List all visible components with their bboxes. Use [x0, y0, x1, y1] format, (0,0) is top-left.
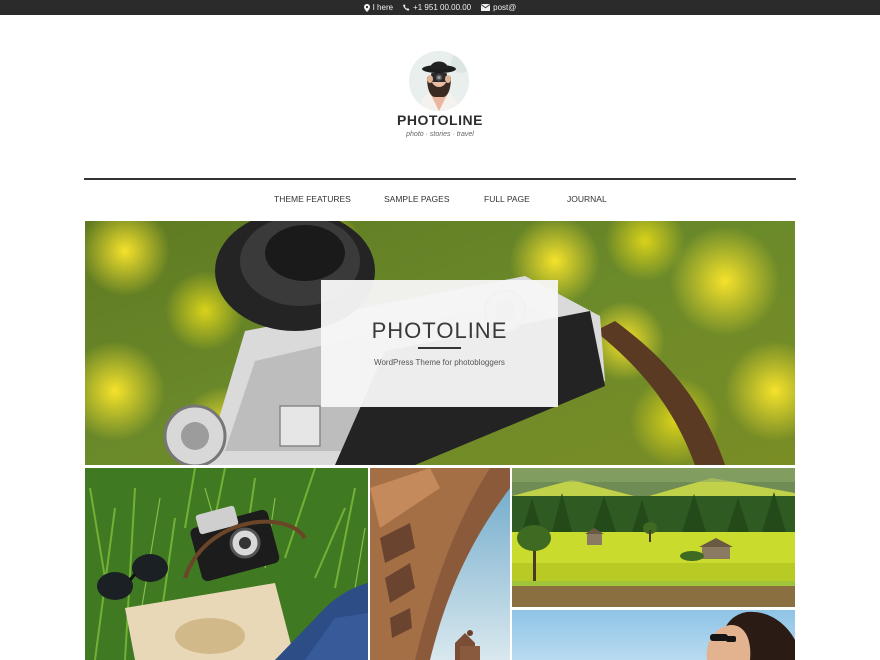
- nav-item-full-page[interactable]: FULL PAGE: [484, 194, 530, 204]
- nav-divider: [84, 178, 796, 180]
- hero-title-rule: [418, 347, 461, 349]
- site-title[interactable]: PHOTOLINE: [0, 112, 880, 128]
- photo-tile-grass-camera[interactable]: [85, 468, 368, 660]
- main-navigation: THEME FEATURES SAMPLE PAGES FULL PAGE JO…: [84, 194, 796, 208]
- photo-tile-temple[interactable]: [370, 468, 510, 660]
- nav-item-sample-pages[interactable]: SAMPLE PAGES: [384, 194, 450, 204]
- phone-text: +1 951 00.00.00: [413, 3, 472, 12]
- hero-caption-box: PHOTOLINE WordPress Theme for photoblogg…: [321, 280, 558, 407]
- envelope-icon: [481, 4, 491, 11]
- top-contact-bar: I here +1 951 00.00.00 post@: [0, 0, 880, 15]
- location-text: I here: [372, 3, 394, 12]
- nav-item-journal[interactable]: JOURNAL: [567, 194, 607, 204]
- hero-title: PHOTOLINE: [371, 318, 508, 343]
- site-tagline: photo · stories · travel: [406, 131, 474, 138]
- phone-item[interactable]: +1 951 00.00.00: [403, 0, 471, 15]
- photo-tile-countryside[interactable]: [512, 468, 795, 607]
- photo-tile-woman-sunglasses[interactable]: [512, 610, 795, 660]
- site-avatar[interactable]: [409, 51, 469, 111]
- map-marker-icon: [363, 3, 370, 12]
- hero-subtitle: WordPress Theme for photobloggers: [374, 358, 505, 367]
- location-item[interactable]: I here: [363, 0, 394, 15]
- phone-icon: [403, 4, 410, 11]
- email-text: post@: [493, 3, 517, 12]
- email-item[interactable]: post@: [481, 0, 516, 15]
- nav-item-theme-features[interactable]: THEME FEATURES: [274, 194, 351, 204]
- hero-banner[interactable]: PHOTOLINE WordPress Theme for photoblogg…: [85, 221, 795, 465]
